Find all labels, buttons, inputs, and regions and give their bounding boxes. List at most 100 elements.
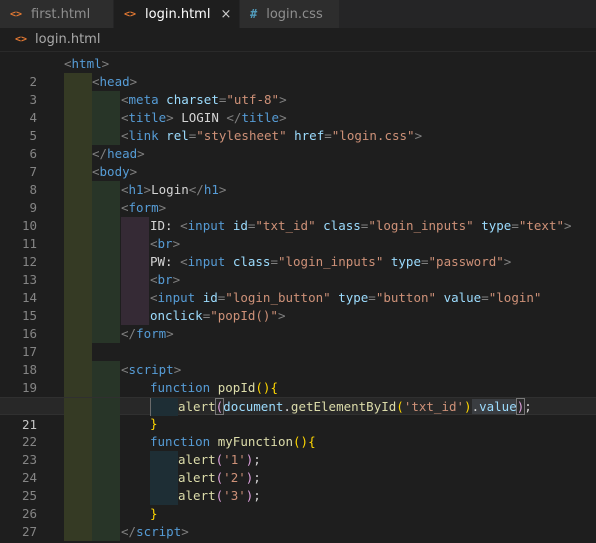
breadcrumb[interactable]: <> login.html xyxy=(0,28,596,52)
indent-guide xyxy=(92,325,120,343)
indent-guide xyxy=(64,487,92,505)
line-code: <meta charset="utf-8"> xyxy=(121,92,287,107)
line-code: } xyxy=(150,416,158,431)
code-line: 16 onclick="popId()"> xyxy=(0,307,596,341)
html-file-icon: <> xyxy=(124,8,137,20)
indent-guide xyxy=(64,127,92,145)
indent-guide xyxy=(64,505,92,523)
indent-guide xyxy=(64,145,92,163)
indent-guide xyxy=(64,325,92,343)
line-code: <script> xyxy=(121,362,182,377)
line-code: alert('3'); xyxy=(178,488,261,503)
code-line: 9 <h1>Login</h1> xyxy=(0,181,596,215)
code-line: 12 <br> xyxy=(0,235,596,269)
line-code: PW: <input class="login_inputs" type="pa… xyxy=(150,254,512,269)
indent-guide xyxy=(92,199,120,217)
tab-first-html[interactable]: <> first.html xyxy=(0,0,114,28)
line-code: <h1>Login</h1> xyxy=(121,182,227,197)
line-code: <html> xyxy=(64,56,110,71)
indent-guide xyxy=(150,398,178,416)
code-line: 22 } xyxy=(0,415,596,449)
line-code: <title> LOGIN </title> xyxy=(121,110,287,125)
code-line: 19 <script> xyxy=(0,361,596,395)
code-line: 11 ID: <input id="txt_id" class="login_i… xyxy=(0,217,596,251)
indent-guide xyxy=(64,73,92,91)
indent-guide xyxy=(64,289,92,307)
code-line: 20 function popId(){ xyxy=(0,379,596,413)
indent-guide xyxy=(92,415,120,433)
indent-guide xyxy=(64,523,92,541)
tab-login-css[interactable]: # login.css xyxy=(240,0,340,28)
code-editor[interactable]: 2 <html> 3 <head> 4 <meta charset="utf-8… xyxy=(0,55,596,543)
indent-guide xyxy=(92,289,120,307)
indent-guide xyxy=(64,433,92,451)
line-code: <br> xyxy=(150,236,181,251)
line-code: </script> xyxy=(121,524,189,539)
code-line: 15 <input id="login_button" type="button… xyxy=(0,289,596,323)
close-icon[interactable]: × xyxy=(220,7,231,22)
line-code: } xyxy=(150,506,158,521)
current-line: 21 alert(document.getElementById('txt_id… xyxy=(0,397,596,432)
tab-label: login.html xyxy=(145,6,211,22)
code-line: 17 </form> xyxy=(0,325,596,359)
indent-guide xyxy=(92,487,120,505)
tab-label: first.html xyxy=(31,6,91,22)
code-line: 3 <head> xyxy=(0,73,596,107)
line-code: </form> xyxy=(121,326,174,341)
css-file-icon: # xyxy=(250,7,258,21)
indent-guide xyxy=(150,469,178,487)
line-code: <body> xyxy=(92,164,138,179)
indent-guide xyxy=(64,163,92,181)
indent-guide xyxy=(121,307,149,325)
tab-login-html[interactable]: <> login.html × xyxy=(114,0,240,28)
code-line: 14 <br> xyxy=(0,271,596,305)
indent-guide xyxy=(92,379,120,397)
code-line: 18 xyxy=(0,343,596,377)
line-code: <br> xyxy=(150,272,181,287)
line-code: <form> xyxy=(121,200,167,215)
indent-guide xyxy=(92,505,120,523)
indent-guide xyxy=(92,271,120,289)
code-line: 6 <link rel="stylesheet" href="login.css… xyxy=(0,127,596,161)
indent-guide xyxy=(92,235,120,253)
line-code: function popId(){ xyxy=(150,380,278,395)
line-code: <link rel="stylesheet" href="login.css"> xyxy=(121,128,423,143)
indent-guide xyxy=(121,271,149,289)
indent-guide xyxy=(92,181,120,199)
line-code: </head> xyxy=(92,146,145,161)
breadcrumb-file[interactable]: login.html xyxy=(35,32,100,47)
indent-guide xyxy=(64,217,92,235)
indent-guide xyxy=(64,451,92,469)
indent-guide xyxy=(64,343,92,361)
indent-guide xyxy=(92,433,120,451)
indent-guide xyxy=(64,469,92,487)
line-code: onclick="popId()"> xyxy=(150,308,286,323)
line-code: ID: <input id="txt_id" class="login_inpu… xyxy=(150,218,572,233)
code-line: 24 alert('1'); xyxy=(0,451,596,485)
indent-guide xyxy=(64,199,92,217)
line-code: alert(document.getElementById('txt_id').… xyxy=(178,398,532,415)
code-line: 26 alert('3'); xyxy=(0,487,596,521)
indent-guide xyxy=(64,415,92,433)
indent-guide xyxy=(92,523,120,541)
indent-guide xyxy=(64,271,92,289)
indent-guide xyxy=(92,127,120,145)
indent-guide xyxy=(92,451,120,469)
indent-guide xyxy=(64,379,92,397)
line-code: alert('2'); xyxy=(178,470,261,485)
indent-guide xyxy=(121,235,149,253)
line-code: function myFunction(){ xyxy=(150,434,316,449)
indent-guide xyxy=(150,451,178,469)
indent-guide xyxy=(92,253,120,271)
indent-guide xyxy=(64,181,92,199)
indent-guide xyxy=(64,253,92,271)
line-code: alert('1'); xyxy=(178,452,261,467)
indent-guide xyxy=(92,217,120,235)
line-code: <input id="login_button" type="button" v… xyxy=(150,290,542,305)
editor-tab-bar: <> first.html <> login.html × # login.cs… xyxy=(0,0,596,28)
code-line: 28 </script> xyxy=(0,523,596,543)
indent-guide xyxy=(92,361,120,379)
indent-guide xyxy=(121,253,149,271)
code-line: 23 function myFunction(){ xyxy=(0,433,596,467)
html-file-icon: <> xyxy=(10,8,23,20)
